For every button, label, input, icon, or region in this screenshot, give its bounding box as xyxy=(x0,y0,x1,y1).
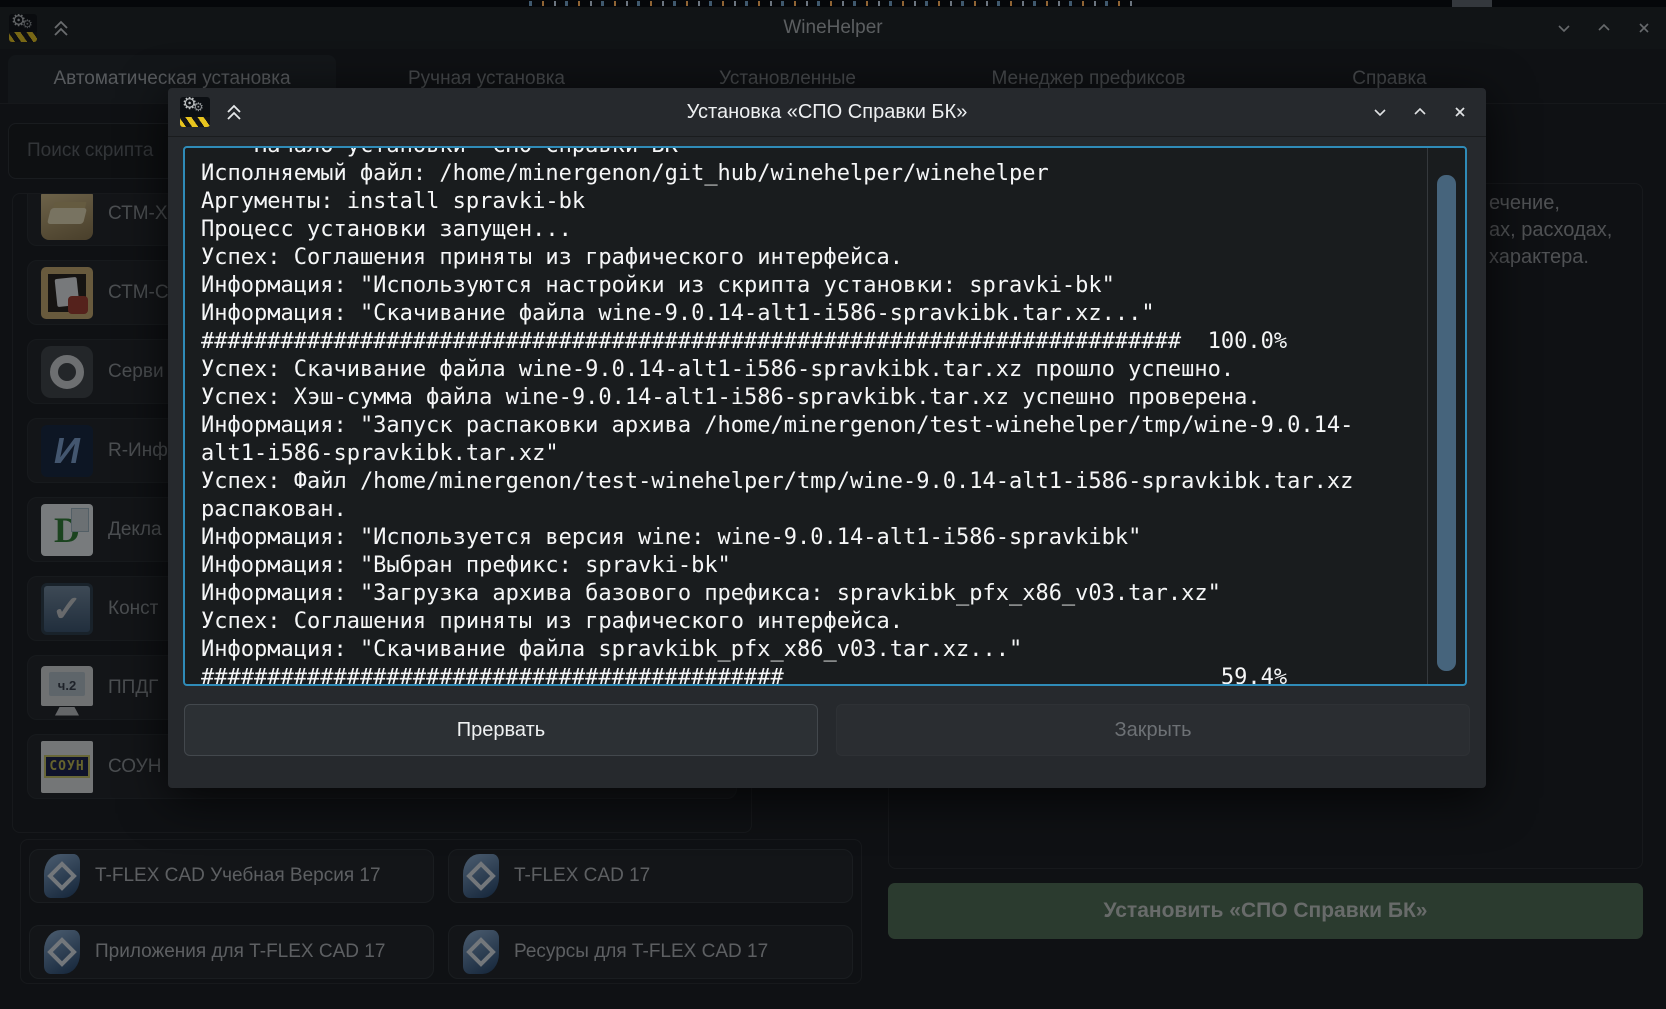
install-dialog: ⚙ ⚙ Установка «СПО Справки БК» Начало ус… xyxy=(168,88,1486,788)
log-progress-bar-complete: ########################################… xyxy=(201,328,1407,356)
log-line: распакован. xyxy=(201,496,1407,524)
dialog-buttons-row: Прервать Закрыть xyxy=(184,704,1470,756)
tile-tflex-cad[interactable]: T-FLEX CAD 17 xyxy=(448,849,853,903)
log-line: Информация: "Скачивание файла spravkibk_… xyxy=(201,636,1407,664)
service-ring-icon xyxy=(41,346,93,398)
log-line: Исполняемый файл: /home/minergenon/git_h… xyxy=(201,160,1407,188)
tile-tflex-resources[interactable]: Ресурсы для T-FLEX CAD 17 xyxy=(448,925,853,979)
soun-icon: СОУН xyxy=(41,741,93,793)
log-line: Информация: "Используются настройки из с… xyxy=(201,272,1407,300)
main-window-title: WineHelper xyxy=(0,17,1666,39)
ppdg-monitor-icon: ч.2 xyxy=(41,666,93,706)
tflex-logo-icon xyxy=(44,930,80,974)
close-button[interactable]: Закрыть xyxy=(836,704,1470,756)
log-line: alt1-i586-spravkibk.tar.xz" xyxy=(201,440,1407,468)
install-log-output: Начало установки "СПО Справки БК" Исполн… xyxy=(183,146,1467,686)
tile-tflex-apps[interactable]: Приложения для T-FLEX CAD 17 xyxy=(29,925,434,979)
dialog-window-controls xyxy=(1372,88,1468,136)
main-titlebar: ⚙ ⚙ WineHelper xyxy=(0,7,1666,49)
maximize-icon[interactable] xyxy=(1412,104,1428,120)
screen: ⚙ ⚙ WineHelper Автоматическая установка … xyxy=(0,0,1666,1009)
log-line: Информация: "Скачивание файла wine-9.0.1… xyxy=(201,300,1407,328)
constructor-check-icon: ✓ xyxy=(41,583,93,635)
log-line: Успех: Соглашения приняты из графическог… xyxy=(201,244,1407,272)
log-line: Аргументы: install spravki-bk xyxy=(201,188,1407,216)
close-icon[interactable] xyxy=(1636,20,1652,36)
main-window-controls xyxy=(1556,7,1652,49)
log-line: Начало установки "СПО Справки БК" xyxy=(201,146,1407,160)
log-line: Процесс установки запущен... xyxy=(201,216,1407,244)
description-text: ечение, xyxy=(1489,190,1560,217)
description-text: характера. xyxy=(1489,244,1589,271)
tile-tflex-edu[interactable]: T-FLEX CAD Учебная Версия 17 xyxy=(29,849,434,903)
stm-frame-icon xyxy=(41,267,93,319)
minimize-icon[interactable] xyxy=(1372,104,1388,120)
log-line: Информация: "Используется версия wine: w… xyxy=(201,524,1407,552)
minimize-icon[interactable] xyxy=(1556,20,1572,36)
scrollbar-thumb[interactable] xyxy=(1437,175,1456,671)
r-info-icon: И xyxy=(41,425,93,477)
description-text: ах, расходах, xyxy=(1489,217,1612,244)
tflex-tiles-panel: T-FLEX CAD Учебная Версия 17 T-FLEX CAD … xyxy=(20,839,862,984)
background-window-content xyxy=(520,1,1140,6)
tflex-logo-icon xyxy=(463,930,499,974)
tflex-logo-icon xyxy=(44,854,80,898)
background-window-control xyxy=(1452,0,1492,7)
close-icon[interactable] xyxy=(1452,104,1468,120)
abort-button[interactable]: Прервать xyxy=(184,704,818,756)
install-button[interactable]: Установить «СПО Справки БК» xyxy=(888,883,1643,939)
maximize-icon[interactable] xyxy=(1596,20,1612,36)
log-line: Информация: "Запуск распаковки архива /h… xyxy=(201,412,1407,440)
log-line: Успех: Соглашения приняты из графическог… xyxy=(201,608,1407,636)
background-window-sliver xyxy=(0,0,1666,7)
tflex-logo-icon xyxy=(463,854,499,898)
scrollbar-track-separator xyxy=(1427,148,1428,684)
log-text: Начало установки "СПО Справки БК" Исполн… xyxy=(201,146,1407,684)
log-line: Успех: Файл /home/minergenon/test-winehe… xyxy=(201,468,1407,496)
dialog-titlebar: ⚙ ⚙ Установка «СПО Справки БК» xyxy=(168,88,1486,137)
dialog-title: Установка «СПО Справки БК» xyxy=(168,101,1486,124)
log-line: Информация: "Загрузка архива базового пр… xyxy=(201,580,1407,608)
log-line: Информация: "Выбран префикс: spravki-bk" xyxy=(201,552,1407,580)
log-progress-bar-current: ########################################… xyxy=(201,664,1407,684)
log-line: Успех: Хэш-сумма файла wine-9.0.14-alt1-… xyxy=(201,384,1407,412)
stm-files-icon xyxy=(41,193,93,240)
log-line: Успех: Скачивание файла wine-9.0.14-alt1… xyxy=(201,356,1407,384)
declaration-icon: D xyxy=(41,504,93,556)
